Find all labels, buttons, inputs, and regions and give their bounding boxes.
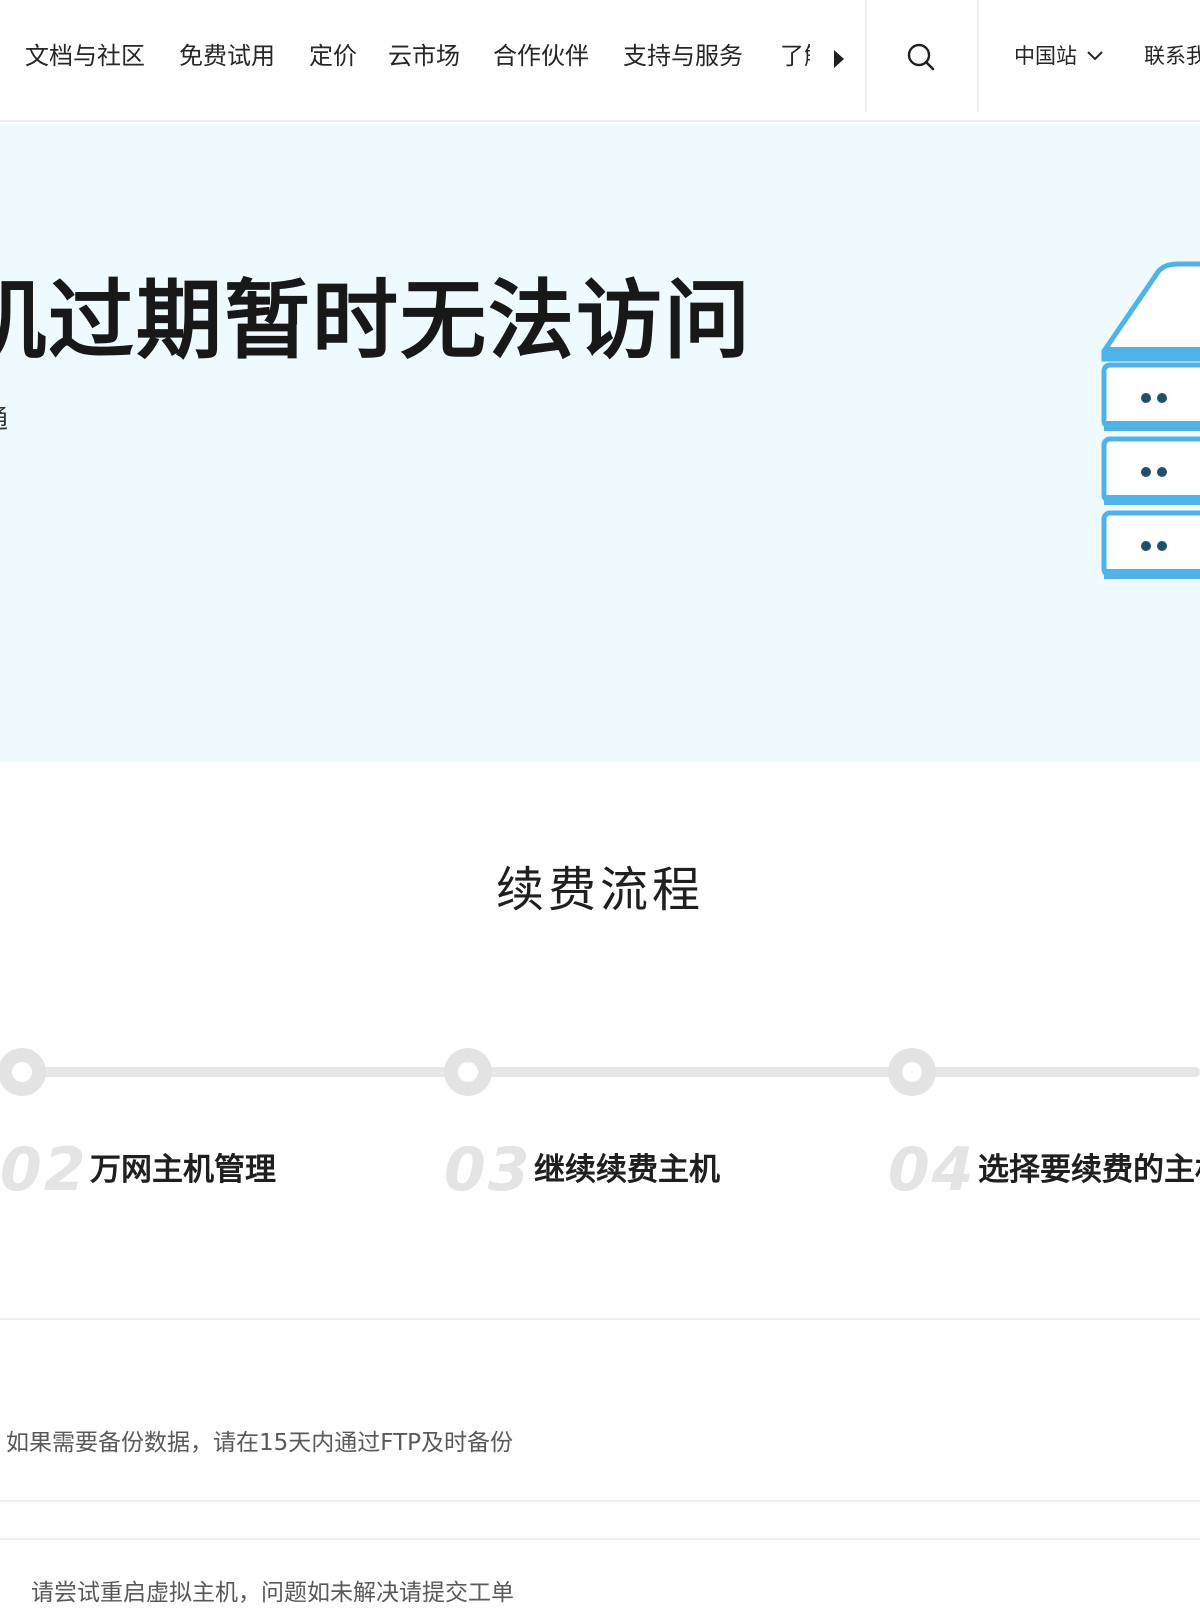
server-stack-illustration	[1101, 261, 1200, 579]
timeline-line	[0, 1067, 1200, 1077]
nav-item-marketplace[interactable]: 云市场	[388, 38, 460, 74]
search-icon[interactable]	[902, 38, 942, 78]
section-title: 续费流程	[495, 862, 704, 918]
step-number: 04	[888, 1135, 976, 1205]
step-number: 02	[0, 1135, 88, 1205]
step-label: 继续续费主机	[534, 1152, 720, 1188]
nav-divider	[865, 0, 867, 112]
hero-title: 机过期暂时无法访问	[0, 271, 752, 371]
region-label: 中国站	[1014, 44, 1077, 68]
timeline-node	[0, 1048, 46, 1096]
divider	[0, 1318, 1200, 1320]
restart-note: 请尝试重启虚拟主机，问题如未解决请提交工单	[31, 1580, 514, 1606]
step-label: 选择要续费的主机	[978, 1152, 1200, 1188]
step-label: 万网主机管理	[90, 1152, 276, 1188]
divider	[0, 1500, 1200, 1502]
nav-item-free-trial[interactable]: 免费试用	[179, 38, 275, 74]
timeline-node	[444, 1048, 492, 1096]
timeline-node	[888, 1048, 936, 1096]
step-number: 03	[444, 1135, 532, 1205]
hero-banner: 机过期暂时无法访问 通	[0, 124, 1200, 762]
caret-right-icon[interactable]	[834, 50, 844, 68]
nav-item-pricing[interactable]: 定价	[309, 38, 357, 74]
chevron-down-icon	[1087, 51, 1103, 61]
nav-item-support[interactable]: 支持与服务	[623, 38, 743, 74]
nav-item-docs-community[interactable]: 文档与社区	[25, 38, 145, 74]
hero-subtitle: 通	[0, 400, 8, 440]
nav-item-about[interactable]: 了解阿里云	[780, 38, 810, 74]
top-navigation: 文档与社区 免费试用 定价 云市场 合作伙伴 支持与服务 了解阿里云 中国站 联…	[0, 0, 1200, 122]
divider	[0, 1538, 1200, 1540]
nav-divider	[977, 0, 979, 112]
nav-item-partners[interactable]: 合作伙伴	[493, 38, 589, 74]
backup-note: 如果需要备份数据，请在15天内通过FTP及时备份	[6, 1430, 514, 1456]
contact-us-link[interactable]: 联系我们	[1144, 40, 1200, 72]
region-selector[interactable]: 中国站	[1014, 40, 1103, 72]
